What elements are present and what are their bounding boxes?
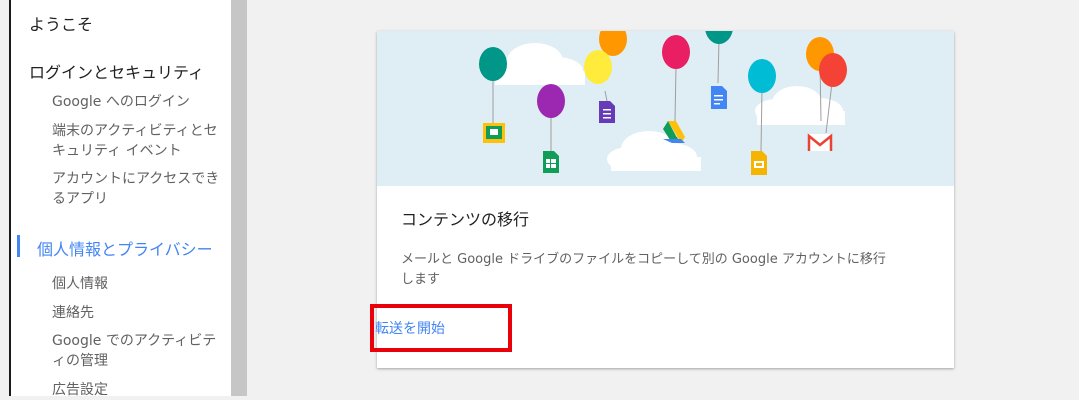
card-title: コンテンツの移行: [401, 210, 530, 229]
classroom-icon: [483, 123, 505, 143]
sidebar-item-signing-in-to-google[interactable]: Google へのログイン: [52, 92, 227, 112]
start-transfer-link[interactable]: 転送を開始: [375, 318, 445, 338]
slides-icon: [751, 151, 767, 175]
drive-icon: [663, 121, 685, 143]
balloons-illustration: [479, 31, 847, 175]
sidebar-item-connected-apps[interactable]: アカウントにアクセスできるアプリ: [52, 169, 229, 209]
sidebar-item-welcome[interactable]: ようこそ: [29, 11, 93, 35]
sidebar-item-personal-info-privacy[interactable]: 個人情報とプライバシー: [37, 236, 213, 260]
forms-icon: [599, 101, 615, 123]
sidebar-item-ad-settings[interactable]: 広告設定: [52, 380, 227, 400]
sidebar-scrollbar[interactable]: [231, 0, 247, 396]
sidebar-item-sign-in-security[interactable]: ログインとセキュリティ: [29, 59, 204, 83]
active-indicator: [17, 235, 20, 257]
sidebar-item-personal-info[interactable]: 個人情報: [52, 274, 227, 294]
sidebar-item-device-activity[interactable]: 端末のアクティビティとセキュリティ イベント: [52, 121, 229, 161]
card-illustration: [377, 31, 954, 186]
sidebar-item-activity-controls[interactable]: Google でのアクティビティの管理: [52, 331, 222, 371]
card-description: メールと Google ドライブのファイルをコピーして別の Google アカウ…: [401, 252, 886, 287]
gmail-icon: [807, 133, 833, 151]
sheets-icon: [543, 151, 559, 173]
docs-icon: [711, 86, 727, 109]
sidebar-item-contacts[interactable]: 連絡先: [52, 303, 227, 323]
